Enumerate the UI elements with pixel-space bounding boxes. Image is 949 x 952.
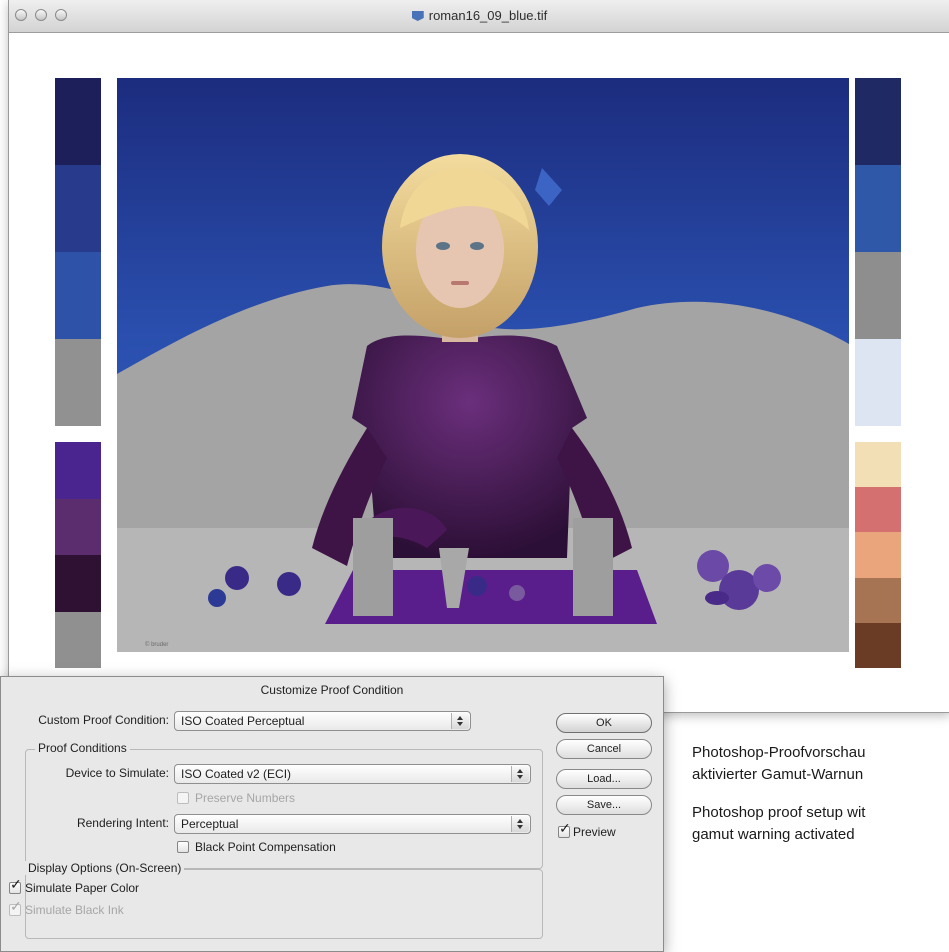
proof-preview-image[interactable]: © bruder bbox=[117, 78, 849, 652]
simulate-black-ink-checkbox[interactable]: ✓ bbox=[9, 899, 22, 916]
color-swatch bbox=[55, 442, 101, 499]
ok-button[interactable]: OK bbox=[556, 713, 652, 733]
color-swatch bbox=[55, 555, 101, 612]
device-to-simulate-value: ISO Coated v2 (ECI) bbox=[181, 767, 292, 781]
rendering-intent-label: Rendering Intent: bbox=[76, 816, 169, 830]
display-options-label: Display Options (On-Screen) bbox=[25, 861, 185, 875]
color-swatch bbox=[855, 622, 901, 668]
color-swatch bbox=[855, 577, 901, 623]
color-swatch bbox=[855, 339, 901, 426]
color-swatch bbox=[855, 78, 901, 165]
custom-proof-condition-label: Custom Proof Condition: bbox=[38, 713, 169, 727]
caption-german-line-2: aktivierter Gamut-Warnun bbox=[692, 766, 864, 783]
document-window: roman16_09_blue.tif © bruder bbox=[8, 0, 949, 713]
chevron-updown-icon bbox=[511, 816, 529, 832]
simulate-paper-color-label: Simulate Paper Color bbox=[25, 881, 140, 895]
black-point-compensation-label: Black Point Compensation bbox=[195, 840, 336, 854]
color-swatch bbox=[55, 498, 101, 555]
color-swatch bbox=[855, 165, 901, 252]
dialog-title: Customize Proof Condition bbox=[260, 683, 404, 697]
save-button[interactable]: Save... bbox=[556, 795, 652, 815]
rendering-intent-select[interactable]: Perceptual bbox=[174, 814, 531, 834]
rendering-intent-value: Perceptual bbox=[181, 817, 239, 831]
swatch-strip-left-bottom bbox=[55, 442, 101, 668]
chevron-updown-icon bbox=[451, 713, 469, 729]
preserve-numbers-checkbox[interactable] bbox=[177, 792, 189, 804]
custom-proof-condition-select[interactable]: ISO Coated Perceptual bbox=[174, 711, 471, 731]
custom-proof-condition-value: ISO Coated Perceptual bbox=[181, 714, 305, 728]
color-swatch bbox=[855, 532, 901, 578]
load-button[interactable]: Load... bbox=[556, 769, 652, 789]
preview-checkbox[interactable]: ✓ bbox=[558, 821, 571, 838]
swatch-strip-left-top bbox=[55, 78, 101, 426]
portrait-photo bbox=[117, 78, 849, 652]
color-swatch bbox=[55, 165, 101, 252]
proof-conditions-label: Proof Conditions bbox=[35, 741, 130, 755]
swatch-strip-right-top bbox=[855, 78, 901, 426]
checkmark-icon: ✓ bbox=[10, 898, 22, 914]
tif-file-icon bbox=[411, 11, 424, 21]
color-swatch bbox=[55, 78, 101, 165]
simulate-paper-color-checkbox[interactable]: ✓ bbox=[9, 877, 22, 894]
checkmark-icon: ✓ bbox=[559, 820, 571, 836]
photo-credit: © bruder bbox=[145, 642, 169, 648]
preview-label: Preview bbox=[573, 825, 616, 839]
swatch-strip-right-bottom bbox=[855, 442, 901, 668]
color-swatch bbox=[55, 339, 101, 426]
cancel-button[interactable]: Cancel bbox=[556, 739, 652, 759]
device-to-simulate-select[interactable]: ISO Coated v2 (ECI) bbox=[174, 764, 531, 784]
color-swatch bbox=[855, 487, 901, 533]
color-swatch bbox=[55, 611, 101, 668]
chevron-updown-icon bbox=[511, 766, 529, 782]
checkmark-icon: ✓ bbox=[10, 876, 22, 892]
window-titlebar[interactable]: roman16_09_blue.tif bbox=[9, 0, 949, 33]
caption-english-line-1: Photoshop proof setup wit bbox=[692, 804, 866, 821]
simulate-black-ink-label: Simulate Black Ink bbox=[25, 903, 124, 917]
color-swatch bbox=[55, 252, 101, 339]
color-swatch bbox=[855, 252, 901, 339]
customize-proof-condition-dialog: Customize Proof Condition Custom Proof C… bbox=[0, 676, 664, 952]
preserve-numbers-label: Preserve Numbers bbox=[195, 791, 296, 805]
window-title: roman16_09_blue.tif bbox=[9, 8, 949, 23]
caption-german-line-1: Photoshop-Proofvorschau bbox=[692, 744, 866, 761]
device-to-simulate-label: Device to Simulate: bbox=[65, 766, 169, 780]
color-swatch bbox=[855, 442, 901, 488]
caption-english-line-2: gamut warning activated bbox=[692, 826, 855, 843]
black-point-compensation-checkbox[interactable] bbox=[177, 841, 189, 853]
